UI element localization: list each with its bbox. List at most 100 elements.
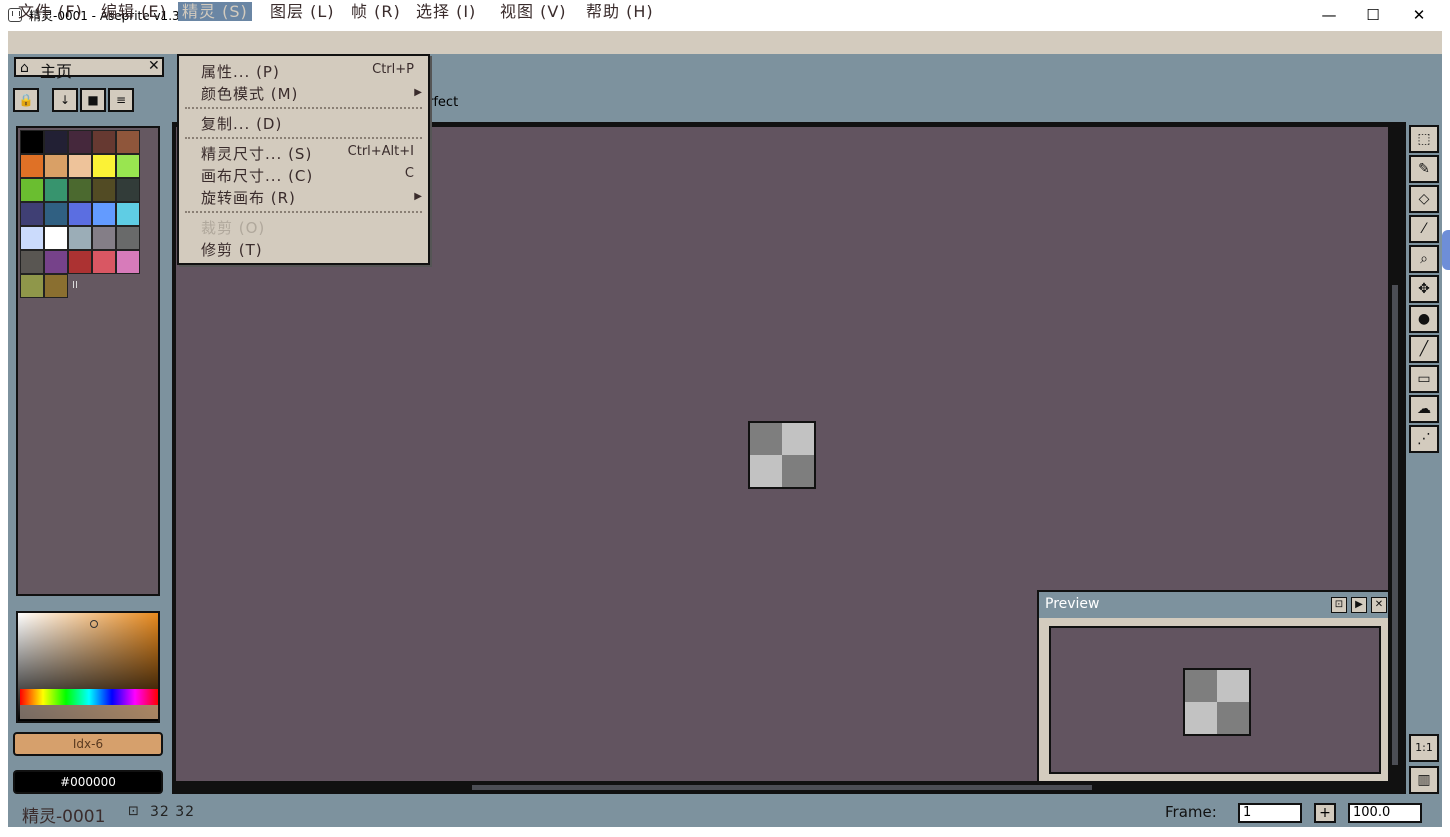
palette-swatch[interactable] (44, 226, 68, 250)
palette-swatch[interactable] (44, 178, 68, 202)
palette-swatch[interactable] (116, 154, 140, 178)
background-window-edge (1442, 230, 1450, 270)
background-color-button[interactable]: #000000 (13, 770, 163, 794)
menu-file[interactable]: 文件 (F) (14, 2, 87, 21)
palette-swatch[interactable] (92, 130, 116, 154)
palette-swatch[interactable] (116, 130, 140, 154)
stop-icon[interactable]: ■ (80, 88, 106, 112)
preview-play-icon[interactable]: ▶ (1351, 597, 1367, 613)
hue-slider[interactable] (20, 689, 158, 705)
hamburger-menu-icon[interactable]: ≡ (108, 88, 134, 112)
horizontal-scrollbar-thumb[interactable] (472, 785, 1092, 790)
menu-view[interactable]: 视图 (V) (496, 2, 571, 21)
preview-close-icon[interactable]: ✕ (1371, 597, 1387, 613)
checker-cell (1185, 670, 1217, 702)
menu-item-properties[interactable]: 属性... (P) (201, 61, 280, 82)
minimize-button[interactable]: — (1306, 0, 1352, 31)
zoom-input[interactable]: 100.0 (1348, 803, 1422, 823)
preview-fit-icon[interactable]: ⊡ (1331, 597, 1347, 613)
palette-swatch[interactable] (92, 250, 116, 274)
marquee-tool-icon[interactable]: ⬚ (1409, 125, 1439, 153)
color-picker[interactable] (16, 611, 160, 723)
palette-swatch[interactable] (20, 154, 44, 178)
maximize-button[interactable]: ☐ (1350, 0, 1396, 31)
timeline-icon[interactable]: ▥ (1409, 766, 1439, 794)
palette-swatch[interactable] (92, 154, 116, 178)
palette-swatch[interactable] (44, 274, 68, 298)
vertical-scrollbar-thumb[interactable] (1392, 285, 1398, 765)
home-tab-label: 主页 (40, 62, 73, 81)
preview-canvas (1049, 626, 1381, 774)
palette-panel (16, 126, 160, 596)
menu-frame[interactable]: 帧 (R) (347, 2, 405, 21)
spray-tool-icon[interactable]: ⋰ (1409, 425, 1439, 453)
palette-swatch[interactable] (116, 226, 140, 250)
submenu-arrow-icon: ▶ (414, 191, 422, 202)
menu-item-color-mode[interactable]: 颜色模式 (M) (201, 83, 298, 104)
menu-select[interactable]: 选择 (I) (412, 2, 480, 21)
submenu-arrow-icon: ▶ (414, 87, 422, 98)
checker-cell (1185, 702, 1217, 734)
eraser-tool-icon[interactable]: ◇ (1409, 185, 1439, 213)
menu-layer[interactable]: 图层 (L) (266, 2, 339, 21)
palette-swatch[interactable] (44, 202, 68, 226)
palette-swatch[interactable] (92, 178, 116, 202)
palette-swatch[interactable] (68, 202, 92, 226)
close-window-button[interactable]: ✕ (1396, 0, 1442, 31)
menu-sprite[interactable]: 精灵 (S) (178, 2, 252, 21)
palette-swatch[interactable] (116, 178, 140, 202)
checker-cell (782, 423, 814, 455)
palette-swatch[interactable] (116, 202, 140, 226)
move-tool-icon[interactable]: ✥ (1409, 275, 1439, 303)
sprite-menu-dropdown: 属性... (P) Ctrl+P 颜色模式 (M) ▶ 复制... (D) 精灵… (177, 54, 430, 265)
pencil-tool-icon[interactable]: ✎ (1409, 155, 1439, 183)
fill-tool-icon[interactable]: ● (1409, 305, 1439, 333)
zoom-tool-icon[interactable]: ⌕ (1409, 245, 1439, 273)
color-picker-cursor[interactable] (90, 620, 98, 628)
menu-item-duplicate[interactable]: 复制... (D) (201, 113, 282, 134)
menu-item-trim[interactable]: 修剪 (T) (201, 239, 263, 260)
palette-swatch[interactable] (116, 250, 140, 274)
palette-swatch[interactable] (20, 202, 44, 226)
checker-cell (750, 455, 782, 487)
palette-swatch[interactable] (20, 274, 44, 298)
palette-swatch[interactable] (20, 178, 44, 202)
palette-swatch[interactable] (68, 130, 92, 154)
palette-swatch[interactable] (20, 226, 44, 250)
menu-help[interactable]: 帮助 (H) (582, 2, 658, 21)
checker-cell (1217, 702, 1249, 734)
palette-swatch[interactable] (20, 250, 44, 274)
close-icon[interactable]: ✕ (148, 58, 160, 74)
lock-icon[interactable]: 🔒 (13, 88, 39, 112)
menu-edit[interactable]: 编辑 (E) (97, 2, 171, 21)
menu-item-rotate-canvas[interactable]: 旋转画布 (R) (201, 187, 296, 208)
menu-item-canvas-size[interactable]: 画布尺寸... (C) (201, 165, 313, 186)
shortcut-properties: Ctrl+P (372, 62, 414, 77)
frame-input[interactable]: 1 (1238, 803, 1302, 823)
palette-swatch[interactable] (68, 250, 92, 274)
palette-swatch[interactable] (92, 202, 116, 226)
zoom-ratio-button[interactable]: 1:1 (1409, 734, 1439, 762)
menu-item-sprite-size[interactable]: 精灵尺寸... (S) (201, 143, 312, 164)
rectangle-tool-icon[interactable]: ▭ (1409, 365, 1439, 393)
add-frame-button[interactable]: + (1314, 803, 1336, 823)
palette-swatch[interactable] (44, 154, 68, 178)
palette-swatch[interactable] (20, 130, 44, 154)
home-tab[interactable]: ⌂ 主页 ✕ (14, 57, 164, 81)
sprite-canvas[interactable] (748, 421, 816, 489)
alpha-slider[interactable] (20, 705, 158, 719)
palette-swatch[interactable] (44, 130, 68, 154)
foreground-color-button[interactable]: Idx-6 (13, 732, 163, 756)
palette-swatch[interactable] (44, 250, 68, 274)
preview-sprite (1183, 668, 1251, 736)
arrow-down-icon[interactable]: ↓ (52, 88, 78, 112)
palette-swatch[interactable] (68, 154, 92, 178)
line-tool-icon[interactable]: ╱ (1409, 335, 1439, 363)
palette-swatch[interactable] (92, 226, 116, 250)
palette-swatch[interactable] (68, 178, 92, 202)
home-icon: ⌂ (20, 60, 29, 76)
blur-tool-icon[interactable]: ☁ (1409, 395, 1439, 423)
eyedropper-tool-icon[interactable]: ⁄ (1409, 215, 1439, 243)
palette-swatch[interactable] (68, 226, 92, 250)
frame-label: Frame: (1165, 803, 1217, 821)
